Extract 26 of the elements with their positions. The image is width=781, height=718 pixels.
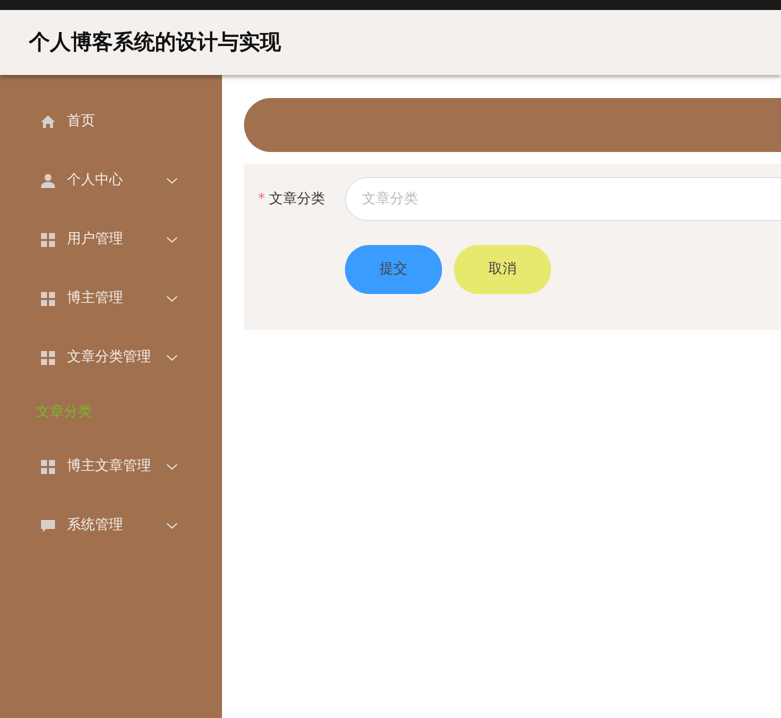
app-title: 个人博客系统的设计与实现 [29, 28, 281, 56]
sidebar-item[interactable]: 文章分类管理 [0, 328, 222, 387]
sidebar-item[interactable]: 用户管理 [0, 210, 222, 269]
sidebar-item[interactable]: 系统管理 [0, 496, 222, 555]
sidebar-item[interactable]: 博主管理 [0, 269, 222, 328]
chevron-down-icon [166, 294, 178, 302]
chevron-down-icon [166, 462, 178, 470]
grid-icon [40, 290, 56, 306]
chevron-down-icon [166, 354, 178, 362]
grid-icon [40, 232, 56, 248]
user-icon [40, 172, 56, 188]
field-label: 文章分类 [269, 190, 325, 208]
required-mark: * [258, 190, 265, 208]
chevron-down-icon [166, 236, 178, 244]
chevron-down-icon [166, 176, 178, 184]
submit-button[interactable]: 提交 [345, 245, 442, 294]
cancel-button[interactable]: 取消 [454, 245, 551, 294]
chevron-down-icon [166, 522, 178, 530]
grid-icon [40, 350, 56, 366]
chat-icon [40, 518, 56, 534]
grid-icon [40, 458, 56, 474]
sidebar-item[interactable]: 个人中心 [0, 151, 222, 210]
sidebar-item[interactable]: 首页 [0, 92, 222, 151]
home-icon [40, 114, 56, 130]
sidebar-item[interactable]: 博主文章管理 [0, 437, 222, 496]
input-field[interactable]: 文章分类 [344, 177, 781, 221]
